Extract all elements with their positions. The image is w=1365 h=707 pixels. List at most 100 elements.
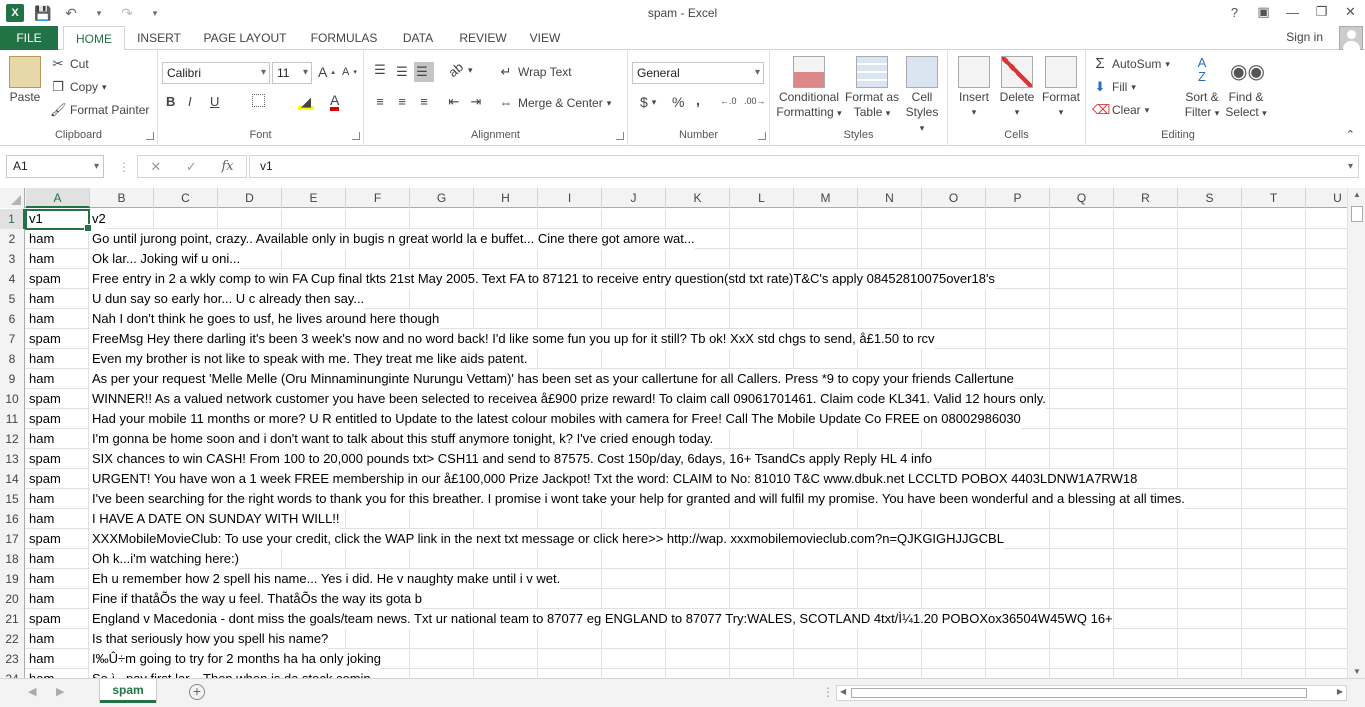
cancel-icon[interactable]: ✕ [150,159,161,175]
align-center-icon[interactable]: ≡ [394,94,410,110]
column-header[interactable]: B [90,188,154,208]
cell-label[interactable]: ham [26,249,89,269]
currency-button[interactable]: $ ▾ [640,94,656,110]
shrink-font-icon[interactable]: A ▾ [342,66,357,78]
column-header[interactable]: G [410,188,474,208]
scroll-down-icon[interactable]: ▼ [1353,667,1361,676]
column-header[interactable]: L [730,188,794,208]
cell-message[interactable]: So ì_ pay first lar... Then when is da s… [90,669,382,678]
close-icon[interactable]: ✕ [1336,0,1365,24]
row-header[interactable]: 12 [0,429,25,449]
column-header[interactable]: H [474,188,538,208]
scroll-left-icon[interactable]: ◀ [840,687,846,696]
format-as-table-button[interactable]: Format as Table ▾ [844,56,900,121]
delete-cells-button[interactable]: Delete ▾ [996,56,1038,120]
prev-sheet-icon[interactable]: ◀ [28,685,36,698]
sign-in-link[interactable]: Sign in [1286,30,1323,44]
cell-message[interactable]: URGENT! You have won a 1 week FREE membe… [90,469,1138,489]
borders-icon[interactable] [252,94,265,107]
merge-center-button[interactable]: ⇔ Merge & Center ▾ [498,95,612,111]
cell-label[interactable]: spam [26,609,89,629]
decrease-decimal-icon[interactable]: .00→ [744,96,766,106]
cell-label[interactable]: ham [26,369,89,389]
row-header[interactable]: 18 [0,549,25,569]
tab-review[interactable]: REVIEW [457,26,509,50]
collapse-ribbon-icon[interactable]: ⌃ [1346,128,1355,141]
cell-message[interactable]: FreeMsg Hey there darling it's been 3 we… [90,329,935,349]
tab-page-layout[interactable]: PAGE LAYOUT [200,26,290,50]
row-header[interactable]: 3 [0,249,25,269]
cell-label[interactable]: ham [26,649,89,669]
cut-button[interactable]: ✂ Cut [50,56,89,72]
row-header[interactable]: 2 [0,229,25,249]
cell-label[interactable]: ham [26,289,89,309]
column-header[interactable]: N [858,188,922,208]
wrap-text-button[interactable]: ↵ Wrap Text [498,64,572,80]
cell-message[interactable]: I HAVE A DATE ON SUNDAY WITH WILL!! [90,509,340,529]
row-header[interactable]: 16 [0,509,25,529]
cell-message[interactable]: Fine if thatåÕs the way u feel. ThatåÕs … [90,589,422,609]
cell-label[interactable]: spam [26,329,89,349]
sheet-tab-spam[interactable]: spam [100,679,156,703]
column-header[interactable]: I [538,188,602,208]
next-sheet-icon[interactable]: ▶ [56,685,64,698]
cell-label[interactable]: ham [26,589,89,609]
row-header[interactable]: 15 [0,489,25,509]
scroll-up-icon[interactable]: ▲ [1353,190,1361,199]
tab-formulas[interactable]: FORMULAS [306,26,382,50]
cell-label[interactable]: ham [26,669,89,678]
column-header[interactable]: C [154,188,218,208]
row-header[interactable]: 9 [0,369,25,389]
formula-input[interactable]: v1 [249,155,1359,178]
cell-label[interactable]: spam [26,269,89,289]
decrease-indent-icon[interactable]: ⇤ [446,94,462,110]
underline-button[interactable]: U [210,94,219,109]
cell-message[interactable]: SIX chances to win CASH! From 100 to 20,… [90,449,932,469]
sort-filter-button[interactable]: AZ Sort & Filter ▾ [1182,56,1222,121]
fill-button[interactable]: ⬇ Fill ▾ [1092,79,1136,95]
tab-view[interactable]: VIEW [527,26,563,50]
clipboard-launcher-icon[interactable] [146,132,154,140]
row-header[interactable]: 4 [0,269,25,289]
cell-label[interactable]: ham [26,429,89,449]
column-header[interactable]: R [1114,188,1178,208]
column-header[interactable]: M [794,188,858,208]
font-name-select[interactable]: Calibri [162,62,270,84]
column-header[interactable]: K [666,188,730,208]
font-launcher-icon[interactable] [352,132,360,140]
horizontal-scroll-thumb[interactable] [851,688,1307,698]
cell-label[interactable]: ham [26,509,89,529]
top-align-icon[interactable]: ☰ [372,62,388,78]
number-format-select[interactable]: General [632,62,764,84]
cell-label[interactable]: spam [26,449,89,469]
bold-button[interactable]: B [166,94,175,109]
cell-message[interactable]: Nah I don't think he goes to usf, he liv… [90,309,440,329]
cell-label[interactable]: ham [26,569,89,589]
row-header[interactable]: 5 [0,289,25,309]
format-cells-button[interactable]: Format ▾ [1040,56,1082,120]
align-right-icon[interactable]: ≡ [416,94,432,110]
minimize-icon[interactable]: — [1278,0,1307,24]
cell-message[interactable]: I‰Û÷m going to try for 2 months ha ha on… [90,649,381,669]
vertical-scrollbar[interactable]: ▲ ▼ [1347,188,1365,678]
insert-function-icon[interactable]: fx [221,159,233,174]
cell-message[interactable]: Free entry in 2 a wkly comp to win FA Cu… [90,269,995,289]
bottom-align-icon[interactable]: ☰ [414,62,434,82]
row-header[interactable]: 23 [0,649,25,669]
tab-file[interactable]: FILE [0,26,58,50]
cell-label[interactable]: ham [26,629,89,649]
column-header[interactable]: T [1242,188,1306,208]
vertical-scroll-thumb[interactable] [1351,206,1363,222]
ribbon-display-options-icon[interactable]: ▣ [1249,0,1278,24]
row-header[interactable]: 21 [0,609,25,629]
cell-message[interactable]: I'm gonna be home soon and i don't want … [90,429,714,449]
row-header[interactable]: 14 [0,469,25,489]
cell-message[interactable]: Eh u remember how 2 spell his name... Ye… [90,569,561,589]
conditional-formatting-button[interactable]: Conditional Formatting ▾ [776,56,842,121]
fill-color-icon[interactable]: ◢ [298,94,314,110]
row-header[interactable]: 6 [0,309,25,329]
cell-message[interactable]: Is that seriously how you spell his name… [90,629,329,649]
cell-message[interactable]: v2 [90,209,106,229]
cell-label[interactable]: spam [26,409,89,429]
cell-message[interactable]: Even my brother is not like to speak wit… [90,349,528,369]
